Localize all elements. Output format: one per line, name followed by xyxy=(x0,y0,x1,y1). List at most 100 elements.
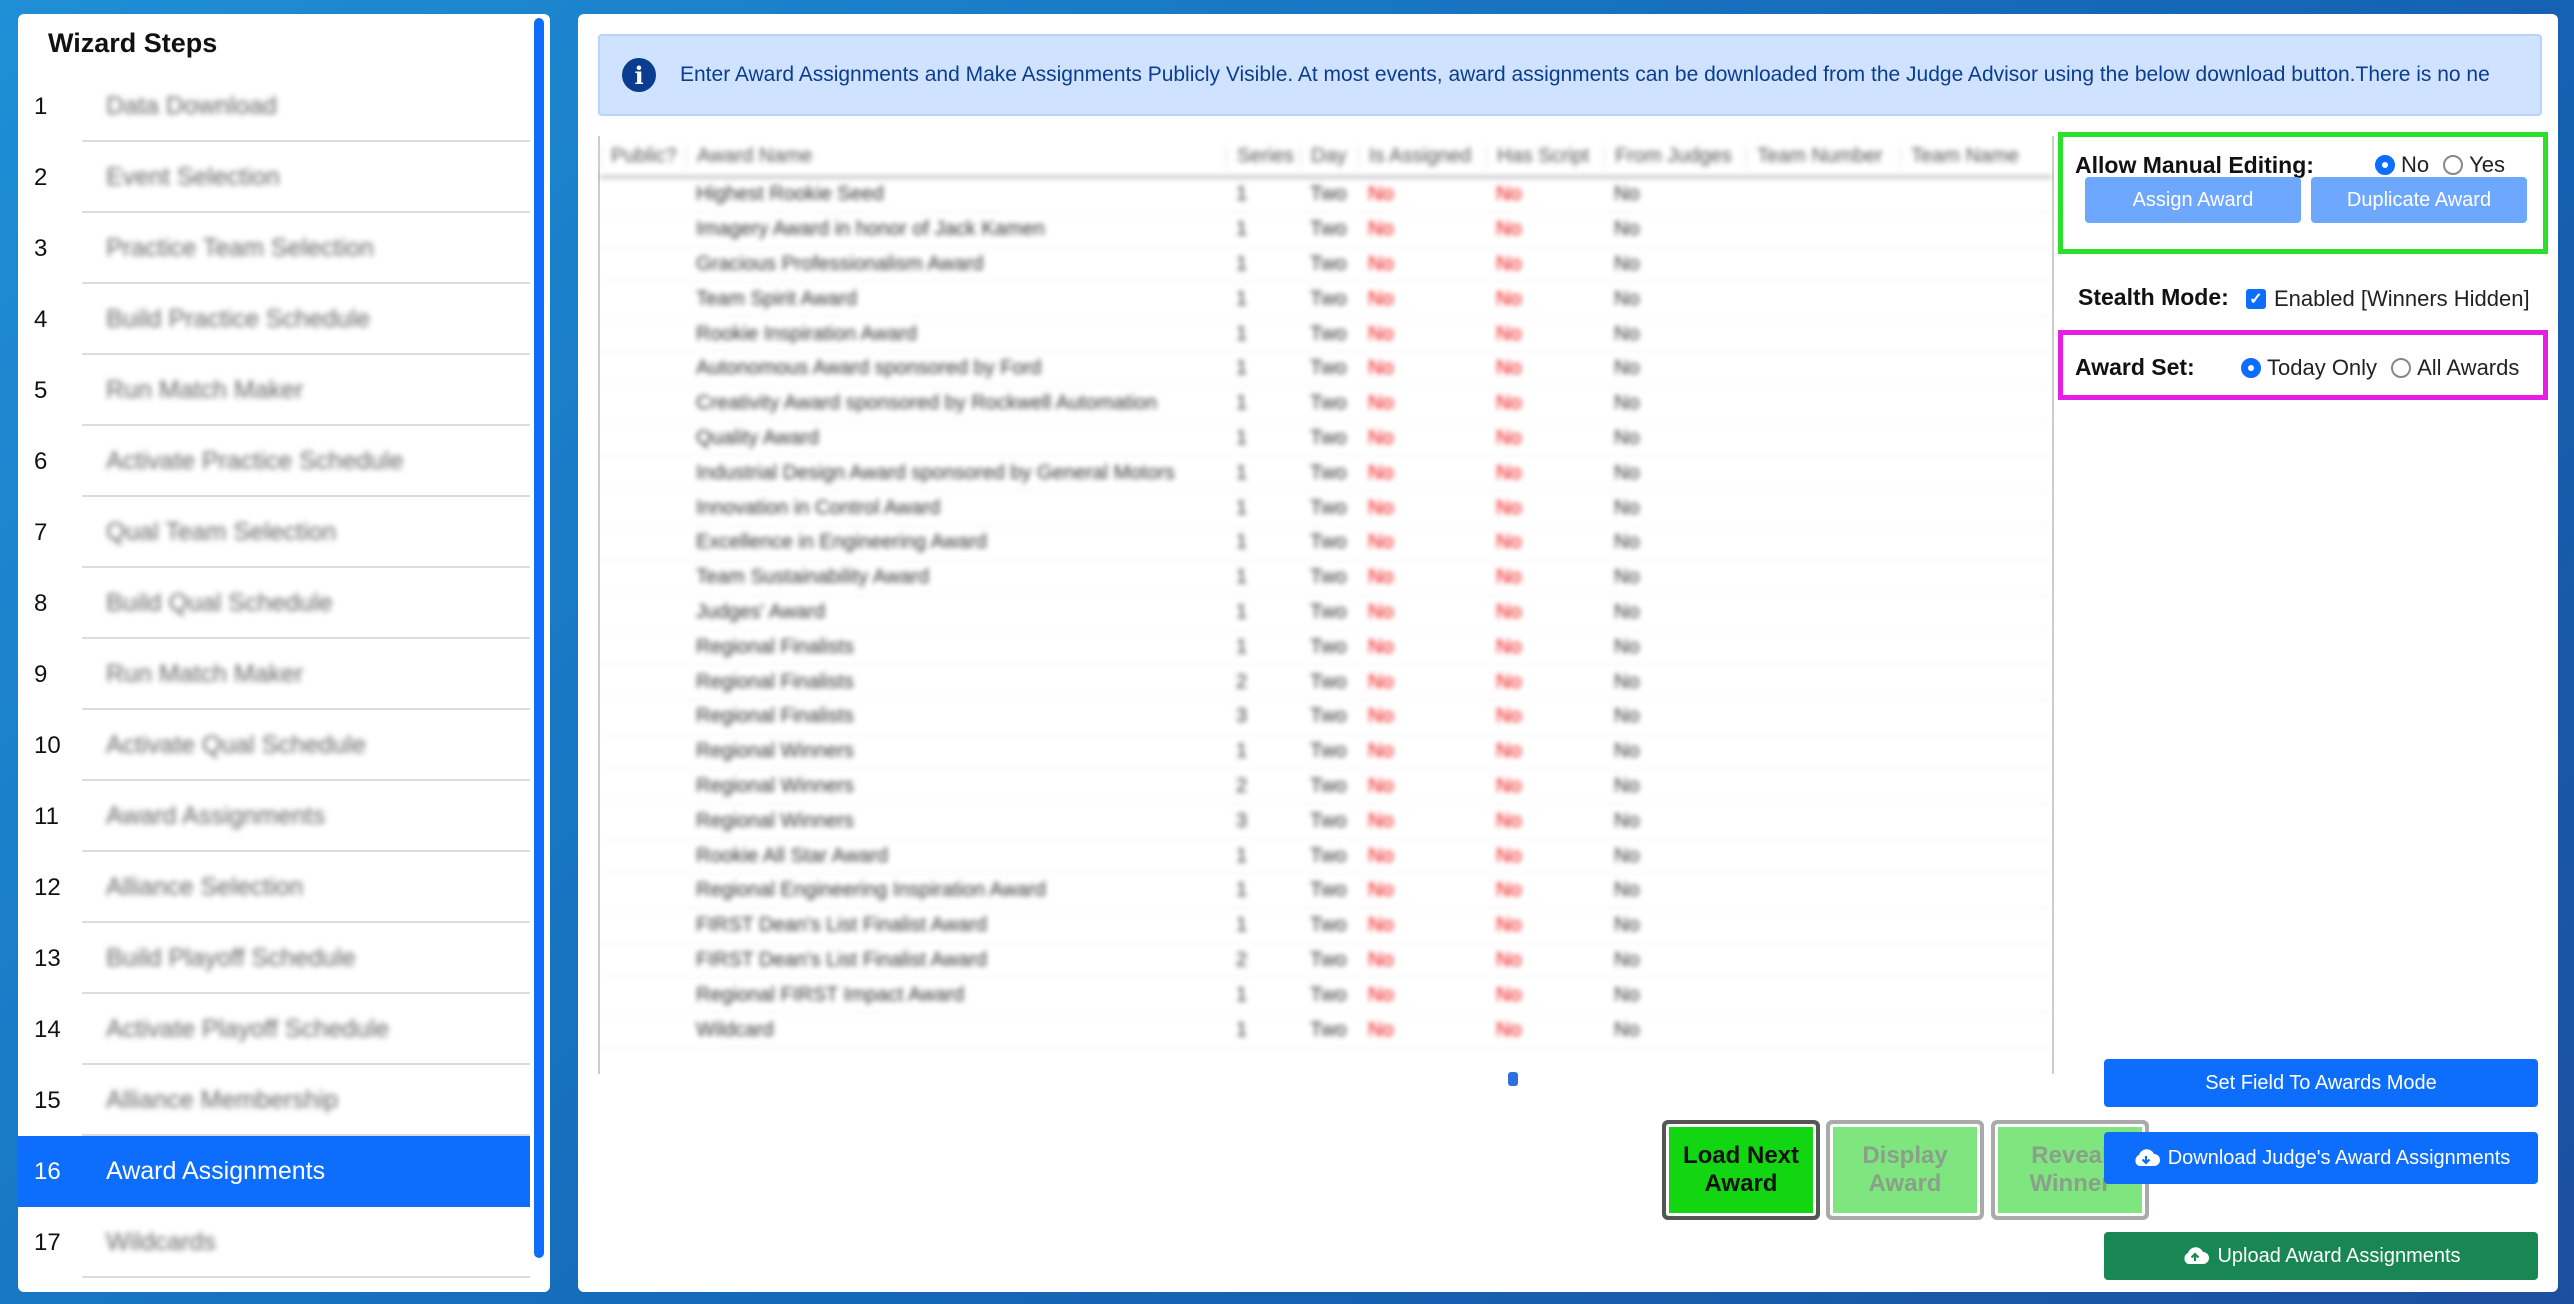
table-row[interactable]: FIRST Dean's List Finalist Award 2 Two No No… xyxy=(600,944,2052,979)
table-cell: No xyxy=(1368,461,1394,484)
wizard-step-5[interactable]: 5 Run Match Maker xyxy=(18,355,530,426)
wizard-step-6[interactable]: 6 Activate Practice Schedule xyxy=(18,426,530,497)
table-row[interactable]: Regional Finalists 3 Two No No No xyxy=(600,700,2052,735)
table-cell: Two xyxy=(1310,983,1347,1006)
wizard-step-label: Activate Playoff Schedule xyxy=(106,1015,390,1043)
table-row[interactable]: Regional Winners 1 Two No No No xyxy=(600,735,2052,770)
wizard-step-11[interactable]: 11 Award Assignments xyxy=(18,781,530,852)
table-row[interactable]: Innovation in Control Award 1 Two No No No xyxy=(600,491,2052,526)
table-cell: Autonomous Award sponsored by Ford xyxy=(696,357,1042,380)
table-row[interactable]: Regional Winners 2 Two No No No xyxy=(600,770,2052,805)
table-row[interactable]: Regional Finalists 1 Two No No No xyxy=(600,630,2052,666)
wizard-step-3[interactable]: 3 Practice Team Selection xyxy=(18,213,530,284)
table-row[interactable]: Team Sustainability Award 1 Two No No No xyxy=(600,561,2052,596)
column-header[interactable]: Team Number xyxy=(1746,144,1900,168)
wizard-step-13[interactable]: 13 Build Playoff Schedule xyxy=(18,923,530,994)
table-cell: Two xyxy=(1310,740,1347,763)
table-row[interactable]: Wildcard 1 Two No No No xyxy=(600,1013,2052,1048)
wizard-step-16[interactable]: 16 Award Assignments xyxy=(18,1136,530,1207)
load-next-award-button[interactable]: Load Next Award xyxy=(1662,1120,1820,1220)
table-row[interactable]: Autonomous Award sponsored by Ford 1 Two No… xyxy=(600,352,2052,387)
column-header[interactable]: Has Script xyxy=(1486,144,1604,168)
table-cell: No xyxy=(1614,183,1640,206)
table-row[interactable]: Regional Finalists 2 Two No No No xyxy=(600,665,2052,700)
table-row[interactable]: Judges' Award 1 Two No No No xyxy=(600,596,2052,631)
table-row[interactable]: Rookie Inspiration Award 1 Two No No No xyxy=(600,317,2052,352)
wizard-step-7[interactable]: 7 Qual Team Selection xyxy=(18,497,530,568)
table-cell: No xyxy=(1614,983,1640,1006)
set-field-label: Set Field To Awards Mode xyxy=(2205,1071,2437,1094)
table-row[interactable]: Highest Rookie Seed 1 Two No No No xyxy=(600,178,2052,213)
wizard-step-12[interactable]: 12 Alliance Selection xyxy=(18,852,530,923)
column-header[interactable]: Day xyxy=(1300,144,1358,168)
radio-all-awards[interactable] xyxy=(2391,358,2412,378)
sidebar-scrollbar[interactable] xyxy=(534,18,544,1258)
wizard-step-number: 9 xyxy=(34,660,48,688)
manual-editing-no-option[interactable]: No xyxy=(2375,152,2429,178)
radio-yes[interactable] xyxy=(2443,155,2464,175)
wizard-step-15[interactable]: 15 Alliance Membership xyxy=(18,1065,530,1136)
table-row[interactable]: FIRST Dean's List Finalist Award 1 Two No No… xyxy=(600,909,2052,944)
wizard-step-8[interactable]: 8 Build Qual Schedule xyxy=(18,568,530,639)
column-header[interactable]: Award Name xyxy=(686,144,1226,168)
wizard-step-2[interactable]: 2 Event Selection xyxy=(18,142,530,213)
radio-today-only[interactable] xyxy=(2241,358,2261,378)
table-cell: No xyxy=(1496,948,1522,971)
table-cell: Two xyxy=(1310,183,1347,206)
table-cell: Quality Award xyxy=(696,426,820,449)
wizard-step-label: Event Selection xyxy=(106,163,280,191)
table-cell: Wildcard xyxy=(696,1018,774,1041)
table-row[interactable]: Regional Engineering Inspiration Award 1 T… xyxy=(600,874,2052,909)
check-icon[interactable]: ✓ xyxy=(2246,289,2266,309)
table-cell: 1 xyxy=(1236,566,1248,589)
table-row[interactable]: Quality Award 1 Two No No No xyxy=(600,422,2052,457)
table-cell: Two xyxy=(1310,600,1347,623)
table-scroll-indicator[interactable] xyxy=(1508,1072,1518,1086)
wizard-step-number: 13 xyxy=(34,944,61,972)
table-cell: Two xyxy=(1310,218,1347,241)
table-row[interactable]: Gracious Professionalism Award 1 Two No No No xyxy=(600,248,2052,283)
column-header[interactable]: From Judges xyxy=(1604,144,1746,168)
table-row[interactable]: Excellence in Engineering Award 1 Two No No N… xyxy=(600,526,2052,561)
wizard-step-1[interactable]: 1 Data Download xyxy=(18,71,530,142)
assign-award-button[interactable]: Assign Award xyxy=(2085,177,2301,223)
wizard-step-17[interactable]: 17 Wildcards xyxy=(18,1207,530,1278)
wizard-step-number: 5 xyxy=(34,376,48,404)
upload-award-assignments-button[interactable]: Upload Award Assignments xyxy=(2104,1232,2538,1280)
download-judge-awards-button[interactable]: Download Judge's Award Assignments xyxy=(2104,1132,2538,1184)
main-panel: i Enter Award Assignments and Make Assig… xyxy=(578,14,2558,1292)
table-cell: No xyxy=(1496,531,1522,554)
radio-no[interactable] xyxy=(2375,155,2395,175)
column-header[interactable]: Public? xyxy=(600,144,686,168)
stealth-mode-checkbox-group[interactable]: ✓ Enabled [Winners Hidden] xyxy=(2246,286,2530,312)
set-field-awards-mode-button[interactable]: Set Field To Awards Mode xyxy=(2104,1059,2538,1107)
award-set-today-option[interactable]: Today Only xyxy=(2241,355,2377,381)
column-header[interactable]: Series xyxy=(1226,144,1300,168)
table-cell: 1 xyxy=(1236,426,1248,449)
manual-editing-yes-option[interactable]: Yes xyxy=(2443,152,2505,178)
column-header[interactable]: Is Assigned xyxy=(1358,144,1486,168)
table-row[interactable]: Industrial Design Award sponsored by Gen… xyxy=(600,456,2052,492)
table-row[interactable]: Imagery Award in honor of Jack Kamen 1 Two… xyxy=(600,213,2052,248)
award-set-all-option[interactable]: All Awards xyxy=(2391,355,2519,381)
table-row[interactable]: Rookie All Star Award 1 Two No No No xyxy=(600,839,2052,874)
table-cell: No xyxy=(1496,566,1522,589)
table-row[interactable]: Regional Winners 3 Two No No No xyxy=(600,804,2052,840)
wizard-step-9[interactable]: 9 Run Match Maker xyxy=(18,639,530,710)
table-cell: No xyxy=(1496,774,1522,797)
table-row[interactable]: Creativity Award sponsored by Rockwell A… xyxy=(600,387,2052,422)
wizard-step-label: Activate Practice Schedule xyxy=(106,447,404,475)
wizard-step-10[interactable]: 10 Activate Qual Schedule xyxy=(18,710,530,781)
column-header[interactable]: Team Name xyxy=(1900,144,2040,168)
wizard-step-14[interactable]: 14 Activate Playoff Schedule xyxy=(18,994,530,1065)
table-cell: No xyxy=(1496,809,1522,832)
duplicate-award-button[interactable]: Duplicate Award xyxy=(2311,177,2527,223)
wizard-step-4[interactable]: 4 Build Practice Schedule xyxy=(18,284,530,355)
table-cell: No xyxy=(1368,357,1394,380)
table-row[interactable]: Regional FIRST Impact Award 1 Two No No No xyxy=(600,978,2052,1014)
table-cell: Regional Winners xyxy=(696,740,854,763)
table-row[interactable]: Team Spirit Award 1 Two No No No xyxy=(600,282,2052,318)
table-cell: Two xyxy=(1310,531,1347,554)
table-cell: Creativity Award sponsored by Rockwell A… xyxy=(696,392,1157,415)
display-award-button[interactable]: Display Award xyxy=(1826,1120,1984,1220)
